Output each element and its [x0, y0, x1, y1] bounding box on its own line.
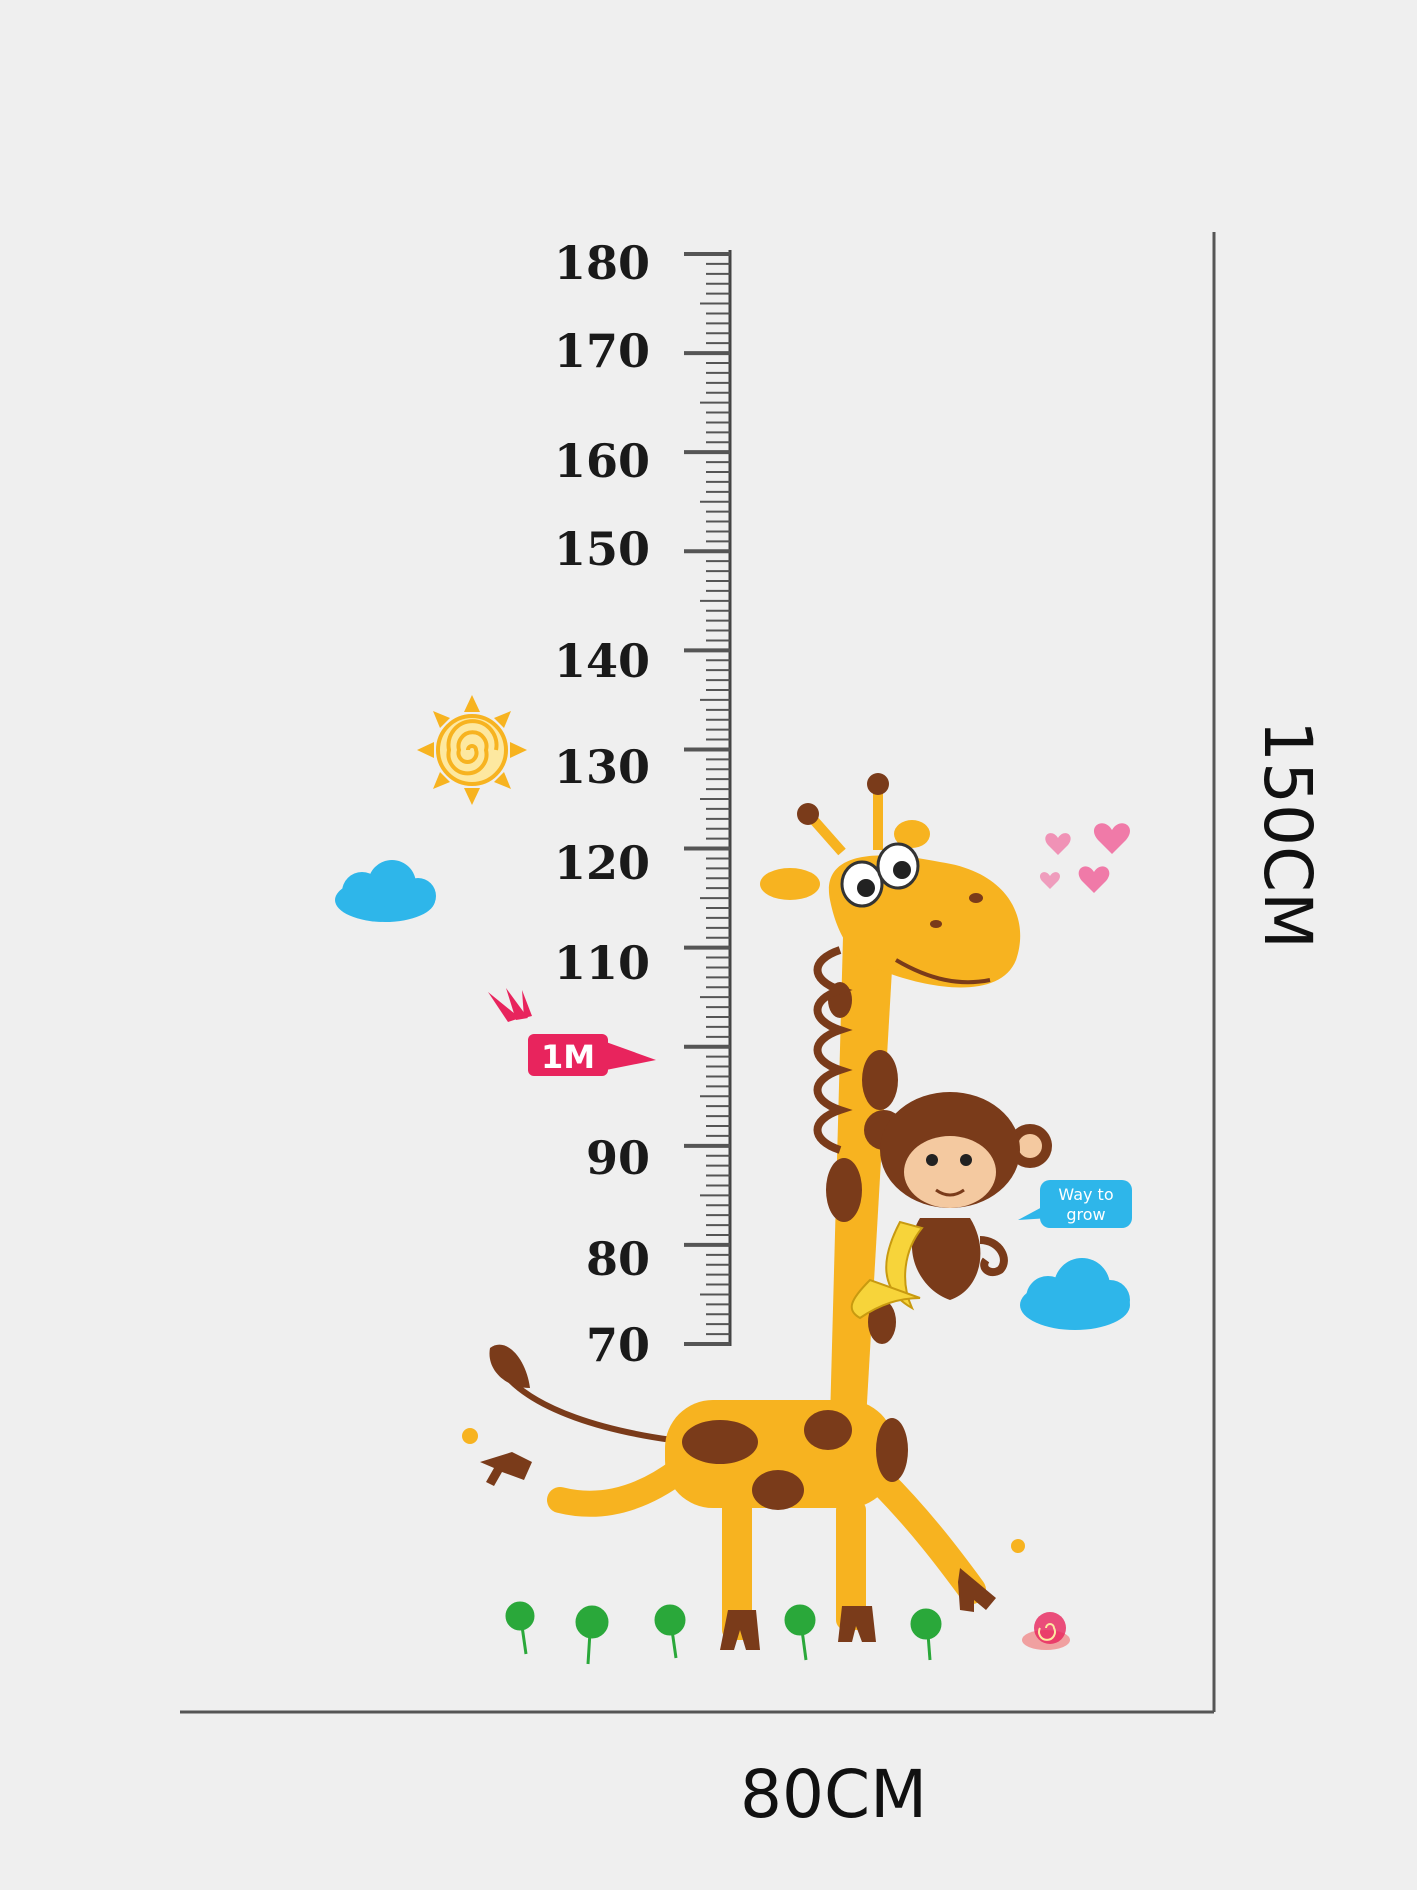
speech-bubble: Way to grow: [1018, 1180, 1132, 1228]
width-dimension-label: 80CM: [740, 1756, 928, 1833]
height-dimension-label: 150CM: [1249, 720, 1326, 950]
grass-icon: [784, 1604, 816, 1661]
heart-icon: [1040, 823, 1131, 893]
bubble-line-1: Way to: [1058, 1185, 1113, 1204]
one-meter-label: 1M: [541, 1038, 595, 1076]
decor-dot: [462, 1428, 478, 1444]
grass-icon: [505, 1601, 535, 1655]
ruler-ticks: [684, 252, 730, 1346]
cloud-icon: [335, 860, 436, 922]
ruler: [684, 250, 732, 1346]
snail-icon: [1022, 1612, 1070, 1650]
sun-icon: [417, 695, 527, 805]
monkey-illustration: [850, 1092, 1052, 1320]
grass-icon: [654, 1604, 686, 1659]
one-meter-sign: 1M: [488, 988, 656, 1076]
bubble-line-2: grow: [1066, 1205, 1105, 1224]
grass-icon: [575, 1605, 609, 1665]
giraffe-illustration: [480, 773, 1021, 1650]
height-chart-sticker: 180 170 160 150 140 130 120 110 90 80 70: [0, 0, 1417, 1890]
decor-dot: [1011, 1539, 1025, 1553]
grass-icon: [910, 1608, 942, 1661]
illustration-canvas: 1M Way to grow: [180, 232, 1216, 1714]
cloud-icon: [1020, 1258, 1130, 1330]
